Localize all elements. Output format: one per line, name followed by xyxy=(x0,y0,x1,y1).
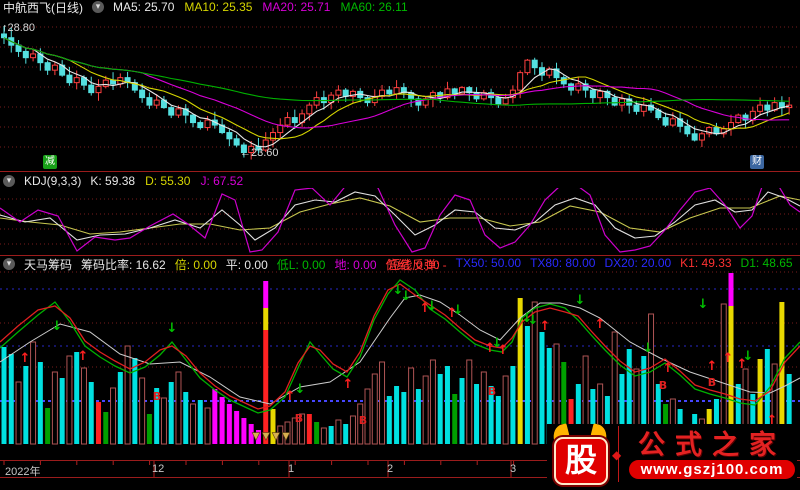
chart-canvas[interactable]: ↑↑↑↑↑↑↑↑↑↑↑↑↑↑↑↓↓↓↓↓↓↓↓↓↓↓↓↓↓▼▼▼▼BBBBBB xyxy=(0,0,800,490)
chip-value: DX20: 20.00 xyxy=(604,256,671,273)
logo-site-name: 公式之家 xyxy=(638,430,786,460)
chip-value: 筹码比率: 16.62 xyxy=(81,256,166,273)
svg-text:↑: ↑ xyxy=(595,317,606,332)
axis-label: 12 xyxy=(152,463,164,475)
financial-report-badge[interactable]: 财 xyxy=(750,155,764,169)
kdj-header: ▾ KDJ(9,3,3) K: 59.38 D: 55.30 J: 67.52 xyxy=(0,173,800,188)
svg-text:B: B xyxy=(488,385,496,398)
svg-text:↓: ↓ xyxy=(743,349,754,364)
high-price-label: ↑28.80 xyxy=(2,22,35,34)
svg-text:↓: ↓ xyxy=(52,319,63,334)
chip-value: 平: 0.00 xyxy=(226,256,268,273)
chip-value: 短线反弹: - xyxy=(388,256,447,273)
svg-text:↑: ↑ xyxy=(20,351,31,366)
svg-text:B: B xyxy=(359,414,367,427)
chevron-down-icon[interactable]: ▾ xyxy=(92,1,104,13)
ma-value: MA5: 25.70 xyxy=(113,0,174,14)
chip-title: 天马筹码 xyxy=(24,256,72,273)
svg-text:▼: ▼ xyxy=(282,431,290,442)
stock-title: 中航西飞(日线) xyxy=(3,0,83,16)
gszj-logo: 股 ◆ 公式之家 www.gszj100.com xyxy=(547,424,797,484)
diamond-divider-icon: ◆ xyxy=(611,426,627,482)
svg-text:B: B xyxy=(708,376,716,389)
chip-value: TX80: 80.00 xyxy=(530,256,595,273)
svg-text:↓: ↓ xyxy=(698,297,709,312)
chip-values-right: 短线反弹: - TX50: 50.00 TX80: 80.00 DX20: 20.00… xyxy=(388,256,800,273)
svg-text:B: B xyxy=(153,390,161,403)
axis-label: 2 xyxy=(387,463,393,475)
ma-value: MA60: 26.11 xyxy=(340,0,407,14)
logo-site-url: www.gszj100.com xyxy=(629,460,796,479)
svg-text:↑: ↑ xyxy=(707,359,718,374)
logo-character: 股 xyxy=(554,437,608,483)
svg-text:↓: ↓ xyxy=(528,313,539,328)
chip-value: 地: 0.00 xyxy=(334,256,376,273)
svg-text:↓: ↓ xyxy=(295,382,306,397)
svg-text:▼: ▼ xyxy=(262,431,270,442)
chip-bars xyxy=(2,273,792,444)
chip-value: D1: 48.65 xyxy=(741,256,793,273)
svg-text:↓: ↓ xyxy=(492,336,503,351)
ma-value: MA20: 25.71 xyxy=(262,0,330,14)
svg-text:▼: ▼ xyxy=(272,431,280,442)
axis-label: 2022年 xyxy=(5,463,40,479)
reduce-holding-badge[interactable]: 减 xyxy=(43,155,57,169)
bull-stock-icon: 股 xyxy=(547,425,611,483)
ma-value: MA10: 25.35 xyxy=(184,0,252,14)
svg-text:↑: ↑ xyxy=(723,351,734,366)
chip-values-left: 筹码比率: 16.62 倍: 0.00 平: 0.00 低L: 0.00 地: 0.00… xyxy=(81,256,440,273)
kdj-value: K: 59.38 xyxy=(90,174,135,188)
panel-separator xyxy=(0,171,800,172)
chip-value: K1: 49.33 xyxy=(680,256,731,273)
svg-text:↓: ↓ xyxy=(167,321,178,336)
svg-text:B: B xyxy=(659,379,667,392)
svg-text:↑: ↑ xyxy=(663,361,674,376)
svg-text:↓: ↓ xyxy=(453,303,464,318)
kdj-value: D: 55.30 xyxy=(145,174,190,188)
chip-value: 倍: 0.00 xyxy=(175,256,217,273)
svg-text:↓: ↓ xyxy=(427,299,438,314)
candlestick-layer xyxy=(2,26,792,159)
chevron-down-icon[interactable]: ▾ xyxy=(3,258,15,270)
svg-text:↓: ↓ xyxy=(643,341,654,356)
low-price-label: ←23.60 xyxy=(240,147,279,159)
kdj-value: J: 67.52 xyxy=(200,174,243,188)
svg-text:↓: ↓ xyxy=(401,289,412,304)
svg-text:↑: ↑ xyxy=(78,349,89,364)
svg-text:▼: ▼ xyxy=(252,431,260,442)
axis-label: 1 xyxy=(288,463,294,475)
svg-text:↓: ↓ xyxy=(575,293,586,308)
stock-app-window: ↑↑↑↑↑↑↑↑↑↑↑↑↑↑↑↓↓↓↓↓↓↓↓↓↓↓↓↓↓▼▼▼▼BBBBBB … xyxy=(0,0,800,490)
kdj-values: K: 59.38 D: 55.30 J: 67.52 xyxy=(90,174,243,188)
chip-value: 低L: 0.00 xyxy=(277,256,326,273)
svg-text:B: B xyxy=(295,412,303,425)
main-chart-header: 中航西飞(日线) ▾ MA5: 25.70 MA10: 25.35 MA20: 25… xyxy=(0,0,800,14)
chip-value: TX50: 50.00 xyxy=(456,256,521,273)
axis-label: 3 xyxy=(510,463,516,475)
chip-indicator-header: ▾ 天马筹码 筹码比率: 16.62 倍: 0.00 平: 0.00 低L: 0.00… xyxy=(0,257,800,271)
svg-text:↑: ↑ xyxy=(540,319,551,334)
kdj-title: KDJ(9,3,3) xyxy=(24,174,81,188)
ma-values: MA5: 25.70 MA10: 25.35 MA20: 25.71 MA60: 26… xyxy=(113,0,408,14)
chevron-down-icon[interactable]: ▾ xyxy=(3,175,15,187)
svg-text:↑: ↑ xyxy=(343,377,354,392)
